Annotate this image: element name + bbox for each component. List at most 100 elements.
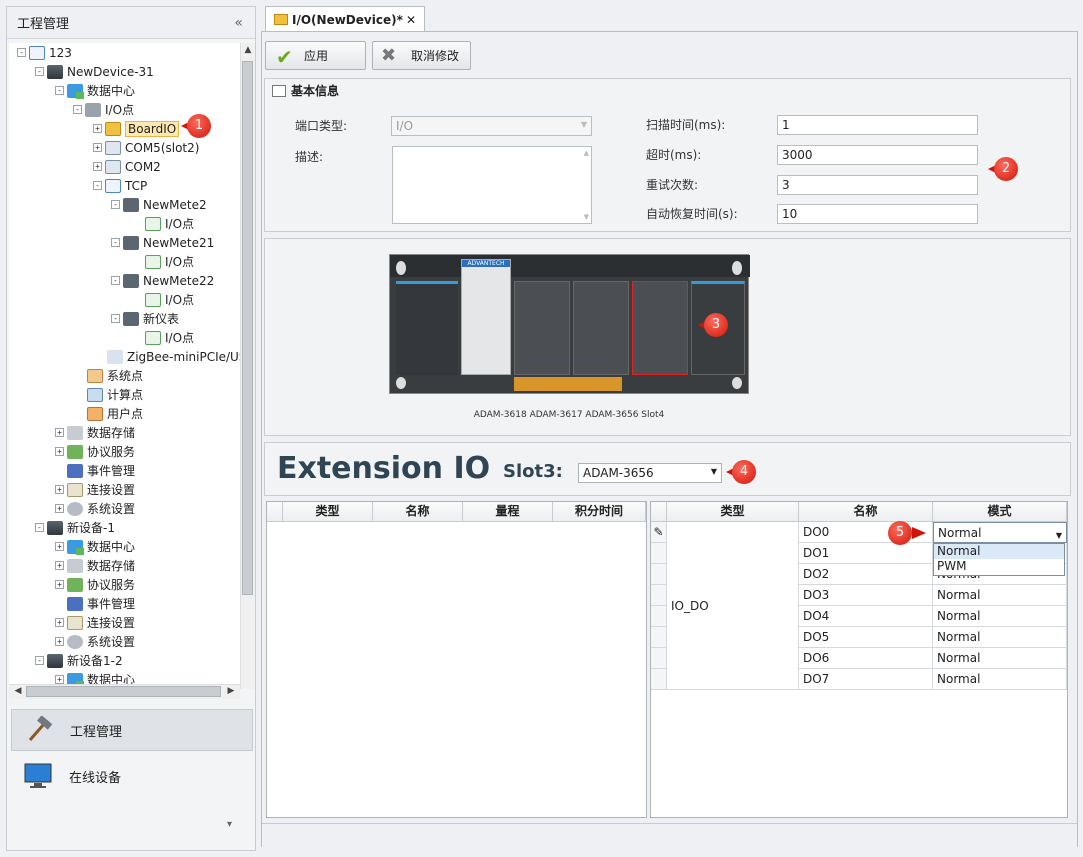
tree-node[interactable]: - NewMete2 bbox=[111, 195, 207, 214]
tree-node[interactable]: + 数据存储 bbox=[55, 423, 135, 442]
expand-node-icon[interactable]: + bbox=[93, 162, 102, 171]
collapse-node-icon[interactable]: - bbox=[73, 105, 82, 114]
tree-node[interactable]: 事件管理 bbox=[67, 594, 135, 613]
tree-node[interactable]: + 协议服务 bbox=[55, 442, 135, 461]
collapse-node-icon[interactable]: - bbox=[35, 523, 44, 532]
tree-node[interactable]: 事件管理 bbox=[67, 461, 135, 480]
row-header[interactable] bbox=[651, 564, 667, 585]
dropdown-option-normal[interactable]: Normal bbox=[934, 544, 1064, 559]
row-header[interactable] bbox=[651, 669, 667, 690]
expand-node-icon[interactable]: + bbox=[55, 428, 64, 437]
tree-node[interactable]: - 数据中心 bbox=[55, 81, 135, 100]
do-name-cell[interactable]: DO3 bbox=[799, 585, 933, 606]
tree-horizontal-scroll-thumb[interactable] bbox=[26, 686, 221, 697]
expand-node-icon[interactable]: + bbox=[93, 143, 102, 152]
slot2-module[interactable] bbox=[573, 281, 629, 375]
auto-recover-input[interactable]: 10 bbox=[777, 204, 978, 224]
collapse-node-icon[interactable]: - bbox=[55, 86, 64, 95]
do-mode-cell[interactable]: Normal bbox=[933, 648, 1067, 669]
collapse-node-icon[interactable]: - bbox=[17, 48, 26, 57]
scroll-down-icon[interactable]: ▼ bbox=[584, 213, 589, 221]
column-header-name[interactable]: 名称 bbox=[373, 502, 463, 522]
do-name-cell[interactable]: DO1 bbox=[799, 543, 933, 564]
tree-node[interactable]: + 连接设置 bbox=[55, 480, 135, 499]
tree-node[interactable]: I/O点 bbox=[145, 214, 194, 233]
collapse-node-icon[interactable]: - bbox=[93, 181, 102, 190]
tree-node[interactable]: + BoardIO bbox=[93, 119, 180, 138]
row-header[interactable] bbox=[651, 606, 667, 627]
tree-node[interactable]: - I/O点 bbox=[73, 100, 134, 119]
cancel-changes-button[interactable]: ✖ 取消修改 bbox=[372, 41, 471, 70]
tree-node[interactable]: ZigBee-miniPCIe/USB bbox=[107, 347, 240, 366]
do-name-cell[interactable]: DO2 bbox=[799, 564, 933, 585]
expand-node-icon[interactable]: + bbox=[55, 580, 64, 589]
tree-node[interactable]: + COM5(slot2) bbox=[93, 138, 199, 157]
tree-node[interactable]: + 数据中心 bbox=[55, 537, 135, 556]
tree-node[interactable]: 系统点 bbox=[87, 366, 143, 385]
expand-node-icon[interactable]: + bbox=[55, 675, 64, 684]
column-header-integration-time[interactable]: 积分时间 bbox=[553, 502, 646, 522]
tree-node[interactable]: - NewMete22 bbox=[111, 271, 214, 290]
row-header[interactable] bbox=[651, 585, 667, 606]
tree-node[interactable]: - 新仪表 bbox=[111, 309, 179, 328]
retry-count-input[interactable]: 3 bbox=[777, 175, 978, 195]
tree-node[interactable]: + 连接设置 bbox=[55, 613, 135, 632]
expand-node-icon[interactable]: + bbox=[55, 447, 64, 456]
apply-button[interactable]: ✔ 应用 bbox=[265, 41, 366, 70]
scan-time-input[interactable]: 1 bbox=[777, 115, 978, 135]
tree-node[interactable]: - NewMete21 bbox=[111, 233, 214, 252]
column-header-type[interactable]: 类型 bbox=[283, 502, 373, 522]
nav-online-devices[interactable]: 在线设备 bbox=[11, 755, 253, 797]
tree-node[interactable]: - 新设备-1 bbox=[35, 518, 115, 537]
tree-node[interactable]: I/O点 bbox=[145, 290, 194, 309]
nav-more-icon[interactable]: ▾ bbox=[227, 819, 232, 830]
do-mode-cell[interactable]: Normal ▼ bbox=[933, 522, 1067, 543]
do-mode-cell[interactable]: Normal bbox=[933, 669, 1067, 690]
collapse-node-icon[interactable]: - bbox=[111, 314, 120, 323]
slot-module-select[interactable]: ADAM-3656 ▼ bbox=[578, 463, 722, 483]
row-header[interactable]: ✎ bbox=[651, 522, 667, 543]
tree-node[interactable]: - 新设备1-2 bbox=[35, 651, 123, 670]
column-header-name[interactable]: 名称 bbox=[799, 502, 933, 522]
do-name-cell[interactable]: DO7 bbox=[799, 669, 933, 690]
scroll-right-icon[interactable]: ▶ bbox=[224, 686, 238, 696]
collapse-node-icon[interactable]: - bbox=[35, 67, 44, 76]
expand-node-icon[interactable]: + bbox=[93, 124, 102, 133]
expand-node-icon[interactable]: + bbox=[55, 485, 64, 494]
tree-node[interactable]: 用户点 bbox=[87, 404, 143, 423]
dropdown-option-pwm[interactable]: PWM bbox=[934, 559, 1064, 574]
close-tab-icon[interactable]: ✕ bbox=[406, 13, 416, 27]
do-name-cell[interactable]: DO4 bbox=[799, 606, 933, 627]
do-name-cell[interactable]: DO6 bbox=[799, 648, 933, 669]
tree-vertical-scroll-thumb[interactable] bbox=[242, 61, 253, 595]
row-header[interactable] bbox=[651, 543, 667, 564]
tree-node[interactable]: + 数据存储 bbox=[55, 556, 135, 575]
do-name-cell[interactable]: DO5 bbox=[799, 627, 933, 648]
collapse-node-icon[interactable]: - bbox=[111, 276, 120, 285]
tree-node[interactable]: I/O点 bbox=[145, 328, 194, 347]
tab-io-newdevice[interactable]: I/O(NewDevice)* ✕ bbox=[265, 6, 425, 32]
do-mode-cell[interactable]: Normal bbox=[933, 585, 1067, 606]
expand-node-icon[interactable]: + bbox=[55, 504, 64, 513]
scroll-left-icon[interactable]: ◀ bbox=[11, 686, 25, 696]
tree-node[interactable]: + COM2 bbox=[93, 157, 161, 176]
timeout-input[interactable]: 3000 bbox=[777, 145, 978, 165]
expand-node-icon[interactable]: + bbox=[55, 542, 64, 551]
slot3-module-selected[interactable] bbox=[632, 281, 688, 375]
expand-node-icon[interactable]: + bbox=[55, 637, 64, 646]
tree-node[interactable]: I/O点 bbox=[145, 252, 194, 271]
collapse-node-icon[interactable]: - bbox=[111, 238, 120, 247]
nav-project-management[interactable]: 工程管理 bbox=[11, 709, 253, 751]
tree-node[interactable]: + 系统设置 bbox=[55, 499, 135, 518]
collapse-node-icon[interactable]: - bbox=[35, 656, 44, 665]
expand-node-icon[interactable]: + bbox=[55, 618, 64, 627]
tree-node[interactable]: - 123 bbox=[17, 43, 72, 62]
column-header-type[interactable]: 类型 bbox=[667, 502, 799, 522]
row-header[interactable] bbox=[651, 648, 667, 669]
do-mode-cell[interactable]: Normal bbox=[933, 606, 1067, 627]
do-mode-cell[interactable]: Normal bbox=[933, 627, 1067, 648]
column-header-mode[interactable]: 模式 bbox=[933, 502, 1067, 522]
collapse-node-icon[interactable]: - bbox=[111, 200, 120, 209]
scroll-up-icon[interactable]: ▲ bbox=[584, 149, 589, 157]
row-header[interactable] bbox=[651, 627, 667, 648]
